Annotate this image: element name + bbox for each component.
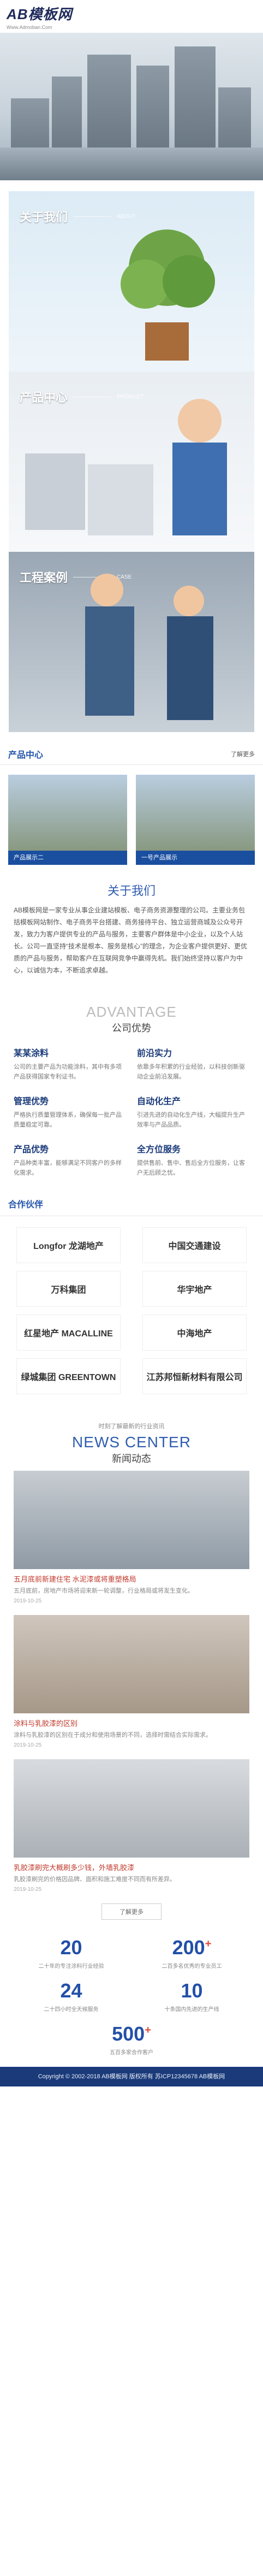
partner-logo[interactable]: 华宇地产 [142,1271,247,1307]
products-title: 产品中心 [8,750,44,760]
stat-item: 500+ 五百多家合作客户 [110,2023,153,2056]
header: AB模板网 Www.Admoban.Com [0,0,263,33]
advantage-en: ADVANTAGE [86,1004,177,1020]
partner-logo[interactable]: 万科集团 [16,1271,121,1307]
news-date: 2019-10-25 [14,1742,42,1748]
partner-logo[interactable]: Longfor 龙湖地产 [16,1227,121,1263]
product-card[interactable]: 一号产品展示 [136,775,255,865]
partners-grid: Longfor 龙湖地产 中国交通建设 万科集团 华宇地产 红星地产 MACAL… [0,1216,263,1411]
partner-logo[interactable]: 中海地产 [142,1314,247,1351]
advantage-grid: 某某涂料 公司的主要产品为功能涂料，其中有多项产品获得国家专利证书。 前沿实力 依靠… [0,1035,263,1194]
stat-item: 20 二十年的专注涂料行业经验 [38,1936,104,1970]
news-date: 2019-10-25 [14,1887,42,1893]
hero-banner [0,33,263,180]
advantage-item: 自动化生产 引进先进的自动化生产线，大幅提升生产效率与产品品质。 [137,1097,245,1128]
news-title[interactable]: 涂料与乳胶漆的区别 [14,1718,249,1728]
news-image [14,1615,249,1713]
advantage-item: 某某涂料 公司的主要产品为功能涂料，其中有多项产品获得国家专利证书。 [14,1049,122,1080]
partner-logo[interactable]: 中国交通建设 [142,1227,247,1263]
stats: 20 二十年的专注涂料行业经验 200+ 二百多名优秀的专业员工 24 二十四小… [0,1936,263,2067]
product-caption: 一号产品展示 [136,851,255,865]
advantage-item: 全方位服务 提供售前、售中、售后全方位服务，让客户无后顾之忧。 [137,1145,245,1176]
stat-item: 24 二十四小时全天候服务 [44,1979,99,2013]
news-sub: 时刻了解最新的行业资讯 [98,1423,165,1430]
logo[interactable]: AB模板网 Www.Admoban.Com [7,3,73,30]
tree-illustration [121,229,215,361]
partner-logo[interactable]: 江苏邦恒新材料有限公司 [142,1358,247,1394]
about-text: AB模板网是一家专业从事企业建站模板、电子商务资源整理的公司。主要业务包括模板网… [14,906,247,974]
product-caption: 产品展示二 [8,851,127,865]
news-desc: 涂料与乳胶漆的区别在于成分和使用场景的不同，选择时需结合实际需求。 [14,1732,212,1738]
advantage-cn: 公司优势 [112,1023,151,1034]
news-image [14,1471,249,1569]
about-banner[interactable]: 关于我们 ABOUT [9,191,254,372]
news-desc: 乳胶漆刷完的价格因品牌、面积和施工难度不同而有所差异。 [14,1876,176,1883]
products-header: 产品中心 了解更多 [0,743,263,765]
news-en: NEWS CENTER [72,1434,191,1451]
logo-text: AB模板网 [7,5,73,22]
partner-logo[interactable]: 红星地产 MACALLINE [16,1314,121,1351]
news-item[interactable]: 涂料与乳胶漆的区别 涂料与乳胶漆的区别在于成分和使用场景的不同，选择时需结合实际… [14,1615,249,1748]
logo-sub: Www.Admoban.Com [7,24,52,30]
about-title: 关于我们 [107,884,156,898]
news-cn: 新闻动态 [112,1453,151,1464]
case-banner[interactable]: 工程案例 CASE [9,552,254,732]
stat-item: 200+ 二百多名优秀的专业员工 [162,1936,222,1970]
advantage-item: 产品优势 产品种类丰富，能够满足不同客户的多样化需求。 [14,1145,122,1176]
partner-logo[interactable]: 绿城集团 GREENTOWN [16,1358,121,1394]
product-card[interactable]: 产品展示二 [8,775,127,865]
news-more-button[interactable]: 了解更多 [101,1903,162,1920]
painters-illustration [85,574,213,720]
stat-item: 10 十条国内先进的生产线 [164,1979,219,2013]
footer: Copyright © 2002-2018 AB模板网 版权所有 苏ICP123… [0,2067,263,2086]
partners-title: 合作伙伴 [0,1194,263,1216]
news-title[interactable]: 五月底前新建住宅 水泥漆或将重塑格局 [14,1573,249,1584]
news-image [14,1759,249,1858]
news-title[interactable]: 乳胶漆刷完大概刷多少钱，外墙乳胶漆 [14,1862,249,1872]
news-desc: 五月底前，房地产市场将迎来新一轮调整，行业格局或将发生变化。 [14,1588,194,1594]
products-more-link[interactable]: 了解更多 [231,750,255,758]
product-banner[interactable]: 产品中心 PRODUCT [9,372,254,552]
advantage-item: 前沿实力 依靠多年积累的行业经验，以科技创新驱动企业前沿发展。 [137,1049,245,1080]
news-item[interactable]: 乳胶漆刷完大概刷多少钱，外墙乳胶漆 乳胶漆刷完的价格因品牌、面积和施工难度不同而… [14,1759,249,1893]
news-item[interactable]: 五月底前新建住宅 水泥漆或将重塑格局 五月底前，房地产市场将迎来新一轮调整，行业… [14,1471,249,1604]
news-date: 2019-10-25 [14,1598,42,1604]
advantage-item: 管理优势 严格执行质量管理体系，确保每一批产品质量稳定可靠。 [14,1097,122,1128]
paint-cans-illustration [25,399,227,535]
